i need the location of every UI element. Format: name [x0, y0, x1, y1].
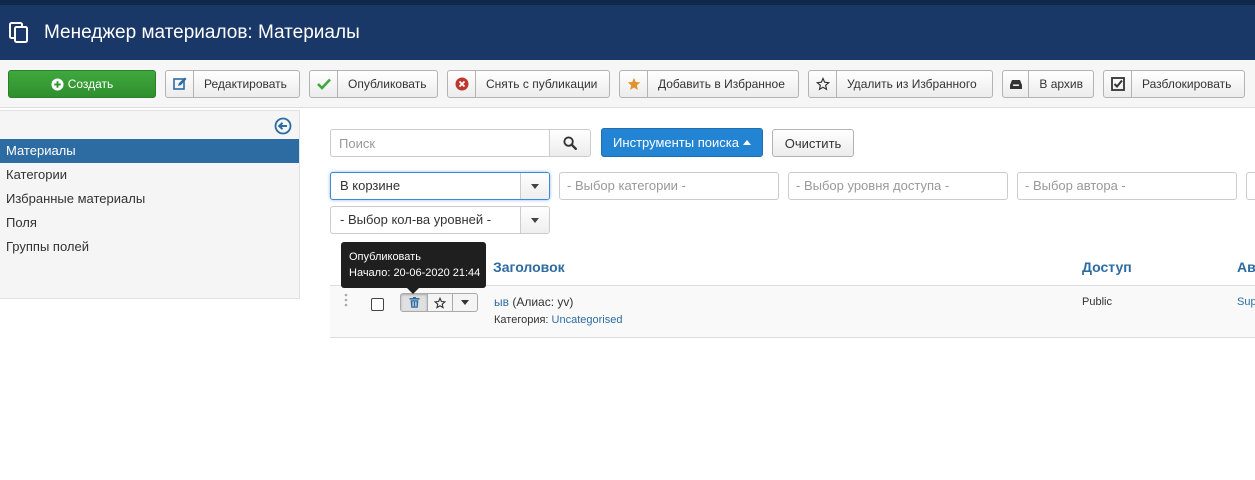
- drag-handle-icon[interactable]: [344, 293, 348, 307]
- caret-up-icon: [742, 140, 751, 145]
- search-input[interactable]: [330, 129, 550, 157]
- levels-filter[interactable]: - Выбор кол-ва уровней -: [330, 206, 550, 234]
- page-title: Менеджер материалов: Материалы: [44, 22, 360, 43]
- item-title-link[interactable]: ыв: [494, 295, 509, 309]
- edit-icon: [172, 77, 186, 90]
- add-favorite-button[interactable]: Добавить в Избранное: [619, 70, 799, 98]
- item-alias: (Алиас: yv): [512, 295, 574, 309]
- star-filled-icon: [627, 77, 640, 90]
- language-filter[interactable]: [1246, 172, 1255, 200]
- remove-favorite-button[interactable]: Удалить из Избранного: [808, 70, 993, 98]
- item-category: Категория: Uncategorised: [494, 314, 623, 326]
- chevron-down-icon: [531, 183, 539, 189]
- publish-tooltip: Опубликовать Начало: 20-06-2020 21:44: [341, 242, 486, 294]
- item-title: ыв (Алиас: yv): [494, 295, 573, 309]
- edit-button[interactable]: Редактировать: [165, 70, 300, 98]
- publish-button[interactable]: Опубликовать: [309, 70, 438, 98]
- archive-button[interactable]: В архив: [1002, 70, 1094, 98]
- clear-button[interactable]: Очистить: [772, 129, 854, 157]
- caret-down-icon: [461, 300, 469, 305]
- unpublish-button[interactable]: Снять с публикации: [447, 70, 610, 98]
- sidebar-item-featured[interactable]: Избранные материалы: [0, 187, 299, 211]
- tooltip-start-date: Начало: 20-06-2020 21:44: [349, 267, 481, 279]
- search-button[interactable]: [549, 129, 591, 157]
- column-header-title[interactable]: Заголовок: [493, 259, 565, 275]
- chevron-down-icon: [531, 217, 539, 223]
- sidebar-item-fields[interactable]: Поля: [0, 211, 299, 235]
- row-checkbox[interactable]: [371, 298, 384, 311]
- search-icon: [563, 136, 577, 150]
- tooltip-arrow: [407, 288, 419, 294]
- plus-circle-icon: [51, 77, 64, 91]
- collapse-sidebar-icon[interactable]: [274, 117, 292, 135]
- row-actions-dropdown[interactable]: [452, 294, 477, 311]
- unlock-button[interactable]: Разблокировать: [1103, 70, 1245, 98]
- sidebar-item-field-groups[interactable]: Группы полей: [0, 235, 299, 259]
- column-header-access[interactable]: Доступ: [1082, 259, 1132, 275]
- sidebar-item-articles[interactable]: Материалы: [0, 139, 299, 163]
- column-header-author[interactable]: Авт: [1237, 259, 1255, 275]
- archive-icon: [1009, 80, 1022, 89]
- item-author-link[interactable]: Sup: [1237, 296, 1255, 308]
- check-icon: [316, 78, 331, 90]
- access-filter[interactable]: - Выбор уровня доступа -: [788, 172, 1008, 200]
- copy-icon: [9, 22, 28, 43]
- header-bar: Менеджер материалов: Материалы: [0, 0, 1255, 60]
- author-filter[interactable]: - Выбор автора -: [1017, 172, 1237, 200]
- tooltip-title: Опубликовать: [349, 251, 421, 263]
- toolbar: Создать Редактировать Опубликовать Снять…: [0, 60, 1255, 108]
- create-button[interactable]: Создать: [8, 70, 156, 98]
- search-tools-button[interactable]: Инструменты поиска: [601, 128, 763, 157]
- sidebar: Материалы Категории Избранные материалы …: [0, 110, 300, 299]
- item-category-link[interactable]: Uncategorised: [552, 314, 623, 326]
- star-empty-icon: [815, 77, 830, 91]
- item-access: Public: [1082, 296, 1112, 308]
- status-filter[interactable]: В корзине: [330, 172, 550, 200]
- row-status-buttons: [400, 293, 478, 312]
- trashed-status-button[interactable]: [401, 294, 427, 311]
- checkbox-icon: [1110, 77, 1125, 91]
- times-circle-icon: [455, 77, 468, 91]
- trash-icon: [409, 297, 419, 308]
- featured-toggle-button[interactable]: [427, 294, 452, 311]
- sidebar-item-categories[interactable]: Категории: [0, 163, 299, 187]
- category-filter[interactable]: - Выбор категории -: [559, 172, 779, 200]
- star-empty-icon: [434, 296, 446, 309]
